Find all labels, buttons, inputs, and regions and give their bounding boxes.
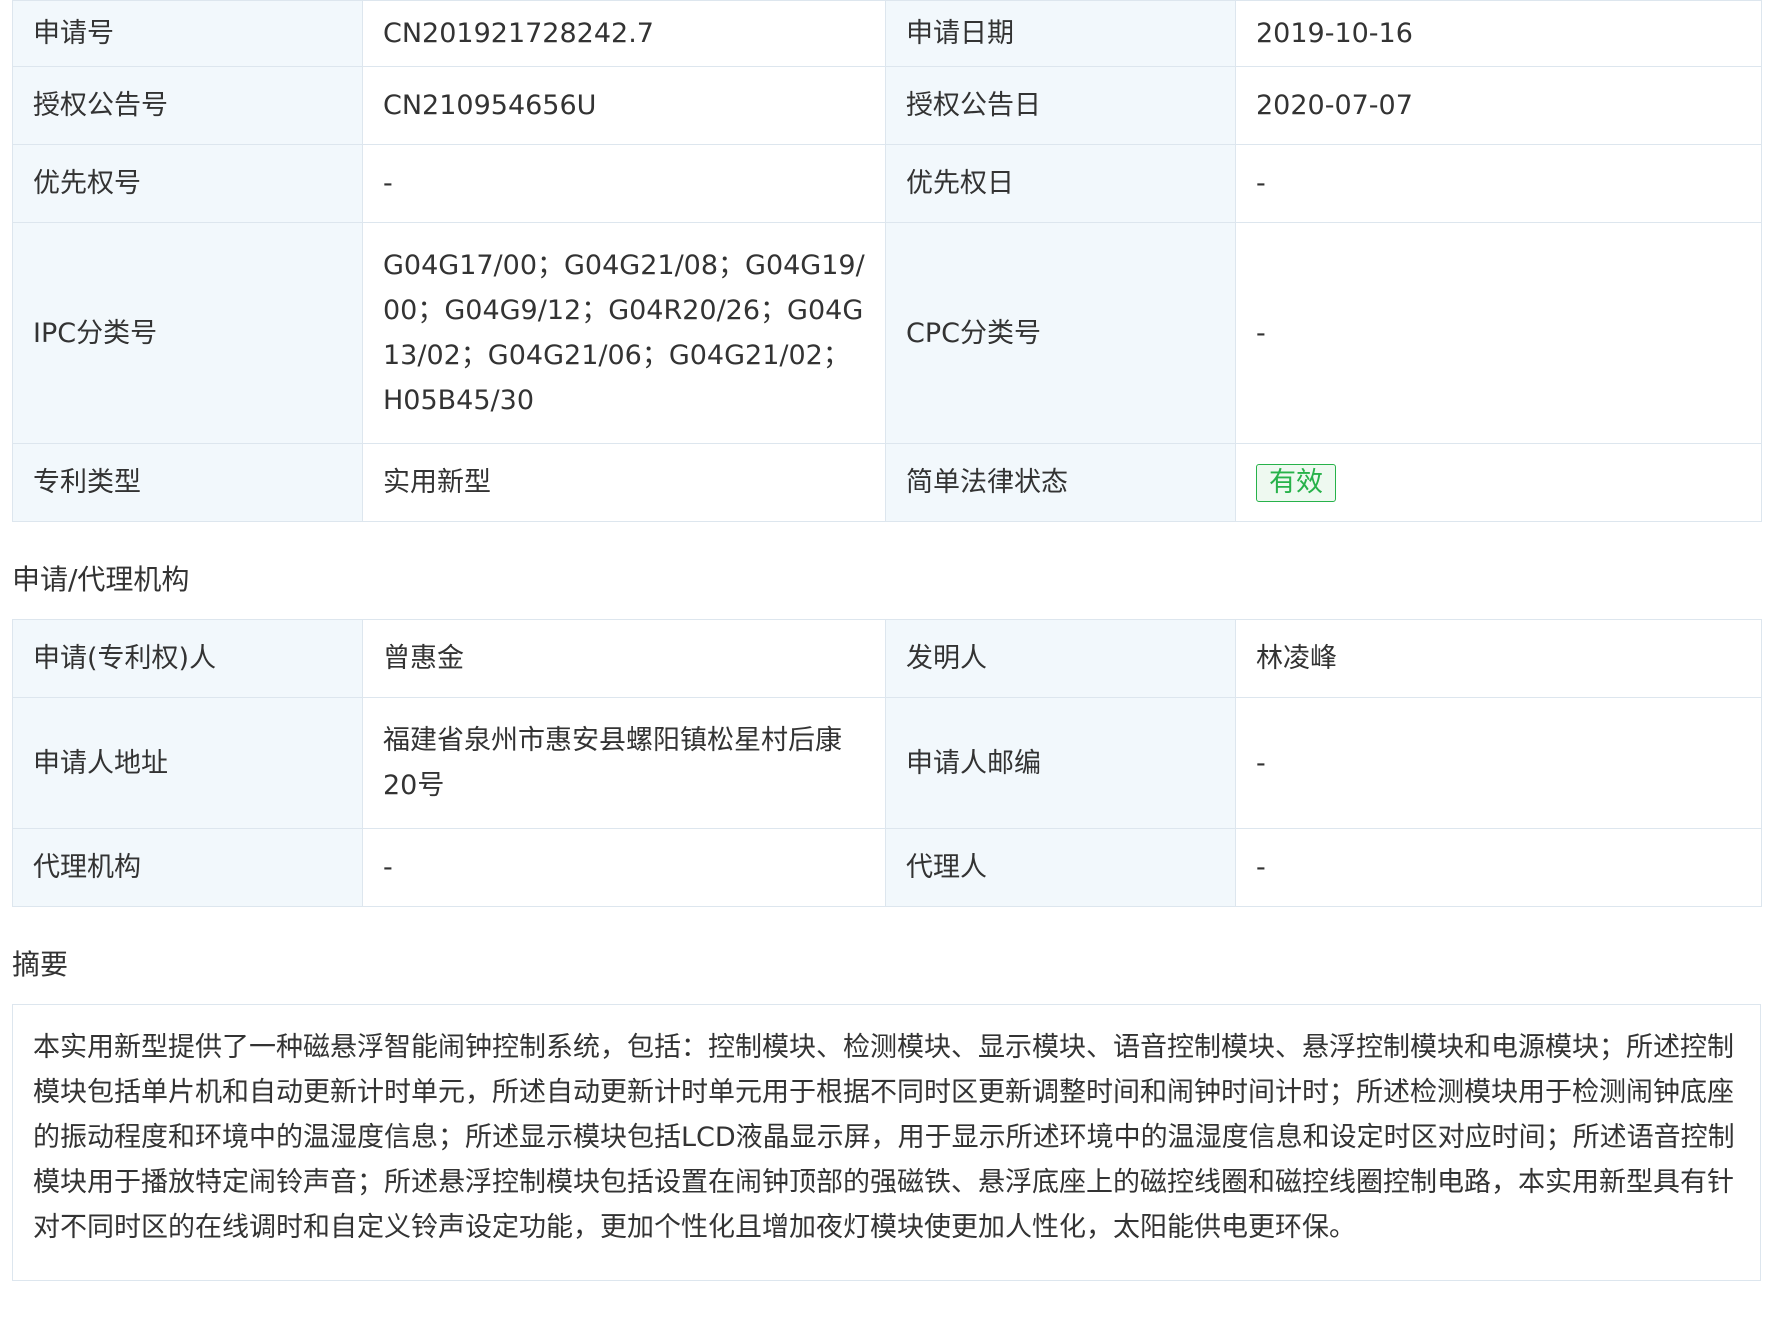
grant-number-label: 授权公告号 (12, 66, 363, 145)
priority-date-value: - (1235, 144, 1762, 223)
inventor-label: 发明人 (885, 619, 1236, 698)
application-date-value: 2019-10-16 (1235, 0, 1762, 67)
application-number-label: 申请号 (12, 0, 363, 67)
agency-value: - (362, 828, 886, 907)
application-number-value: CN201921728242.7 (362, 0, 886, 67)
legal-status-cell: 有效 (1235, 443, 1762, 522)
agent-value: - (1235, 828, 1762, 907)
table-row: 专利类型 实用新型 简单法律状态 有效 (12, 443, 1762, 522)
grant-date-label: 授权公告日 (885, 66, 1236, 145)
ipc-label: IPC分类号 (12, 222, 363, 444)
applicant-postcode-value: - (1235, 697, 1762, 829)
table-row: 授权公告号 CN210954656U 授权公告日 2020-07-07 (12, 66, 1762, 145)
table-row: 代理机构 - 代理人 - (12, 828, 1762, 907)
applicant-postcode-label: 申请人邮编 (885, 697, 1236, 829)
application-date-label: 申请日期 (885, 0, 1236, 67)
legal-status-label: 简单法律状态 (885, 443, 1236, 522)
table-row: 优先权号 - 优先权日 - (12, 144, 1762, 223)
patent-type-label: 专利类型 (12, 443, 363, 522)
ipc-value: G04G17/00；G04G21/08；G04G19/00；G04G9/12；G… (362, 222, 886, 444)
status-badge: 有效 (1256, 464, 1336, 502)
abstract-text: 本实用新型提供了一种磁悬浮智能闹钟控制系统，包括：控制模块、检测模块、显示模块、… (12, 1004, 1761, 1281)
basic-info-table: 申请号 CN201921728242.7 申请日期 2019-10-16 授权公… (12, 0, 1762, 522)
abstract-section-title: 摘要 (12, 948, 69, 981)
agency-table: 申请(专利权)人 曾惠金 发明人 林凌峰 申请人地址 福建省泉州市惠安县螺阳镇松… (12, 619, 1762, 907)
table-row: IPC分类号 G04G17/00；G04G21/08；G04G19/00；G04… (12, 222, 1762, 444)
applicant-label: 申请(专利权)人 (12, 619, 363, 698)
priority-number-value: - (362, 144, 886, 223)
patent-info: 申请号 CN201921728242.7 申请日期 2019-10-16 授权公… (12, 0, 1762, 1281)
grant-number-value: CN210954656U (362, 66, 886, 145)
applicant-address-label: 申请人地址 (12, 697, 363, 829)
cpc-label: CPC分类号 (885, 222, 1236, 444)
agency-label: 代理机构 (12, 828, 363, 907)
agent-label: 代理人 (885, 828, 1236, 907)
applicant-value: 曾惠金 (362, 619, 886, 698)
cpc-value: - (1235, 222, 1762, 444)
priority-date-label: 优先权日 (885, 144, 1236, 223)
priority-number-label: 优先权号 (12, 144, 363, 223)
inventor-value: 林凌峰 (1235, 619, 1762, 698)
grant-date-value: 2020-07-07 (1235, 66, 1762, 145)
patent-type-value: 实用新型 (362, 443, 886, 522)
table-row: 申请(专利权)人 曾惠金 发明人 林凌峰 (12, 619, 1762, 698)
agency-section-title: 申请/代理机构 (12, 563, 190, 596)
applicant-address-value: 福建省泉州市惠安县螺阳镇松星村后康20号 (362, 697, 886, 829)
table-row: 申请号 CN201921728242.7 申请日期 2019-10-16 (12, 0, 1762, 67)
table-row: 申请人地址 福建省泉州市惠安县螺阳镇松星村后康20号 申请人邮编 - (12, 697, 1762, 829)
